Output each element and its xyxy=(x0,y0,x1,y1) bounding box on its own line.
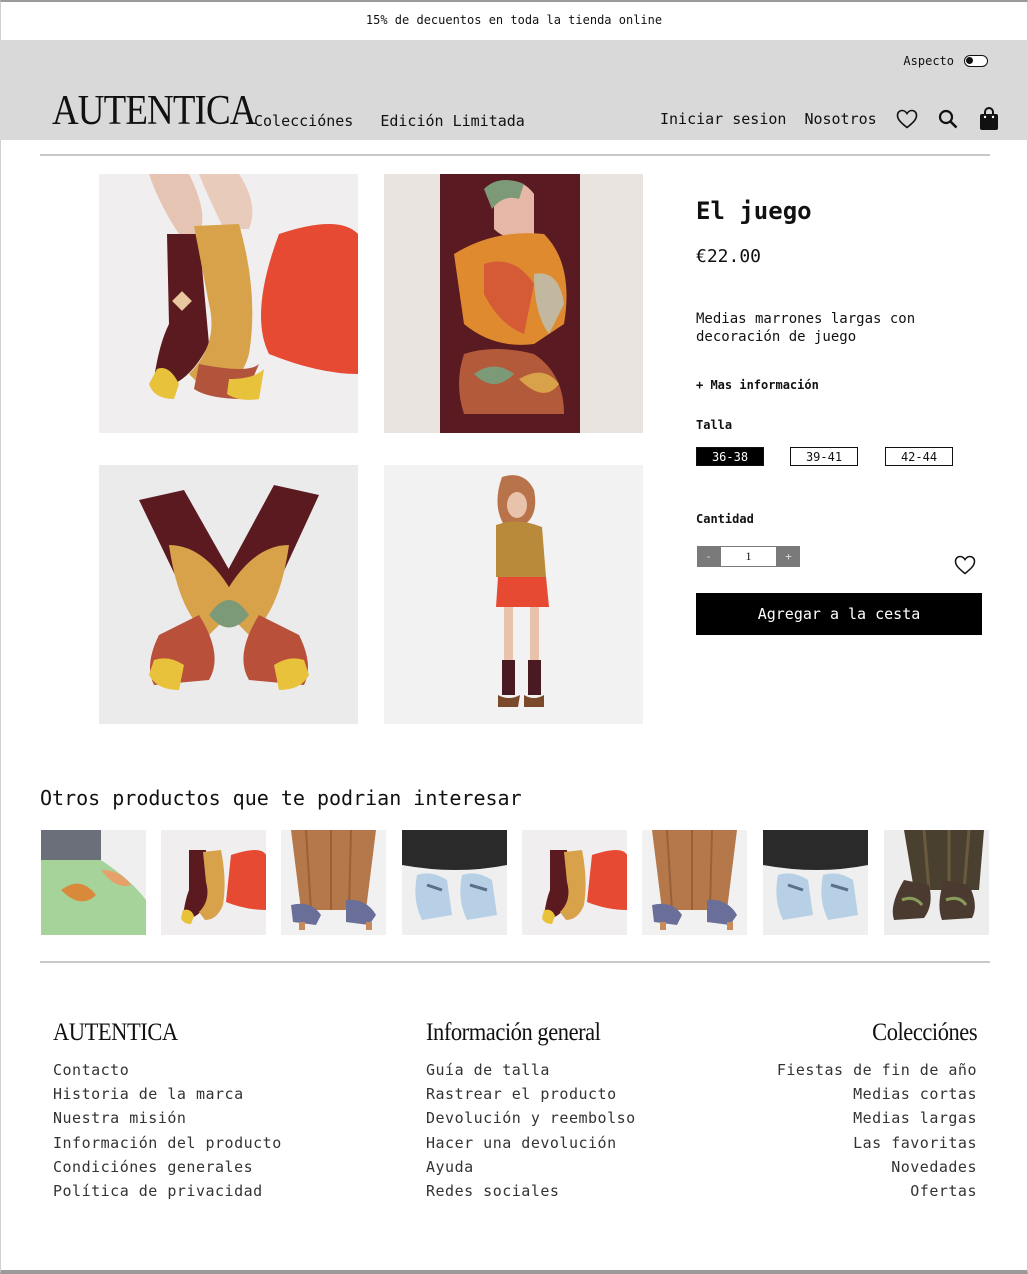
size-label: Talla xyxy=(696,418,733,432)
heart-icon[interactable] xyxy=(895,107,919,131)
footer-link-guia-talla[interactable]: Guía de talla xyxy=(426,1058,636,1082)
quantity-label: Cantidad xyxy=(696,512,754,526)
footer-brand-column: AUTENTICA Contacto Historia de la marca … xyxy=(53,1018,282,1203)
footer-link-contacto[interactable]: Contacto xyxy=(53,1058,282,1082)
footer-link-ayuda[interactable]: Ayuda xyxy=(426,1155,636,1179)
footer-link-mision[interactable]: Nuestra misión xyxy=(53,1106,282,1130)
divider xyxy=(40,961,990,963)
footer-heading: AUTENTICA xyxy=(53,1019,178,1046)
size-option-36-38[interactable]: 36-38 xyxy=(696,447,764,466)
promo-banner: 15% de decuentos en toda la tienda onlin… xyxy=(0,0,1028,40)
size-option-42-44[interactable]: 42-44 xyxy=(885,447,953,466)
account-nav: Iniciar sesion Nosotros xyxy=(660,107,1018,131)
footer-heading: Información general xyxy=(426,1019,601,1046)
related-products-title: Otros productos que te podrian interesar xyxy=(40,786,522,810)
related-product-7[interactable] xyxy=(763,830,868,935)
increment-button[interactable]: + xyxy=(777,546,800,567)
footer-link-historia[interactable]: Historia de la marca xyxy=(53,1082,282,1106)
search-icon[interactable] xyxy=(936,107,960,131)
heart-icon[interactable] xyxy=(954,554,976,576)
product-image-2[interactable] xyxy=(384,174,643,433)
product-image-4[interactable] xyxy=(384,465,643,724)
footer-link-fiestas[interactable]: Fiestas de fin de año xyxy=(777,1058,977,1082)
related-product-5[interactable] xyxy=(522,830,627,935)
footer-link-medias-cortas[interactable]: Medias cortas xyxy=(777,1082,977,1106)
footer-link-privacidad[interactable]: Política de privacidad xyxy=(53,1179,282,1203)
footer-collections-column: Colecciónes Fiestas de fin de año Medias… xyxy=(777,1018,978,1203)
promo-text: 15% de decuentos en toda la tienda onlin… xyxy=(365,13,663,27)
footer-link-info-producto[interactable]: Información del producto xyxy=(53,1131,282,1155)
product-image-1[interactable] xyxy=(99,174,358,433)
site-logo[interactable]: AUTENTICA xyxy=(52,90,256,132)
related-product-6[interactable] xyxy=(642,830,747,935)
related-product-4[interactable] xyxy=(402,830,507,935)
quantity-stepper: - 1 + xyxy=(697,546,800,567)
site-header: Aspecto AUTENTICA Colecciónes Edición Li… xyxy=(0,40,1028,140)
footer-heading: Colecciónes xyxy=(871,1019,977,1046)
footer-link-novedades[interactable]: Novedades xyxy=(777,1155,977,1179)
nav-colecciones[interactable]: Colecciónes xyxy=(254,112,353,130)
aspect-label: Aspecto xyxy=(903,54,954,68)
more-info-toggle[interactable]: + Mas información xyxy=(696,378,819,392)
related-product-3[interactable] xyxy=(281,830,386,935)
footer-link-medias-largas[interactable]: Medias largas xyxy=(777,1106,977,1130)
aspect-control: Aspecto xyxy=(903,54,988,68)
main-nav: Colecciónes Edición Limitada xyxy=(254,112,525,130)
related-product-8[interactable] xyxy=(884,830,989,935)
product-image-3[interactable] xyxy=(99,465,358,724)
divider xyxy=(40,154,990,156)
footer-info-column: Información general Guía de talla Rastre… xyxy=(426,1018,636,1203)
decrement-button[interactable]: - xyxy=(697,546,720,567)
product-description: Medias marrones largas con decoración de… xyxy=(696,311,916,345)
footer-link-rastrear[interactable]: Rastrear el producto xyxy=(426,1082,636,1106)
nav-edicion-limitada[interactable]: Edición Limitada xyxy=(380,112,525,130)
nav-nosotros[interactable]: Nosotros xyxy=(804,110,876,128)
size-option-39-41[interactable]: 39-41 xyxy=(790,447,858,466)
related-product-2[interactable] xyxy=(161,830,266,935)
product-title: El juego xyxy=(696,197,812,225)
aspect-toggle[interactable] xyxy=(964,55,988,67)
product-price: €22.00 xyxy=(696,246,762,267)
footer-link-devolucion-reembolso[interactable]: Devolución y reembolso xyxy=(426,1106,636,1130)
add-to-cart-button[interactable]: Agregar a la cesta xyxy=(696,593,982,635)
footer-link-redes[interactable]: Redes sociales xyxy=(426,1179,636,1203)
footer-link-condiciones[interactable]: Condiciónes generales xyxy=(53,1155,282,1179)
bag-icon[interactable] xyxy=(977,107,1001,131)
quantity-input[interactable]: 1 xyxy=(720,546,777,567)
footer-link-favoritas[interactable]: Las favoritas xyxy=(777,1131,977,1155)
footer-link-ofertas[interactable]: Ofertas xyxy=(777,1179,977,1203)
nav-iniciar-sesion[interactable]: Iniciar sesion xyxy=(660,110,786,128)
footer-link-hacer-devolucion[interactable]: Hacer una devolución xyxy=(426,1131,636,1155)
related-product-1[interactable] xyxy=(41,830,146,935)
